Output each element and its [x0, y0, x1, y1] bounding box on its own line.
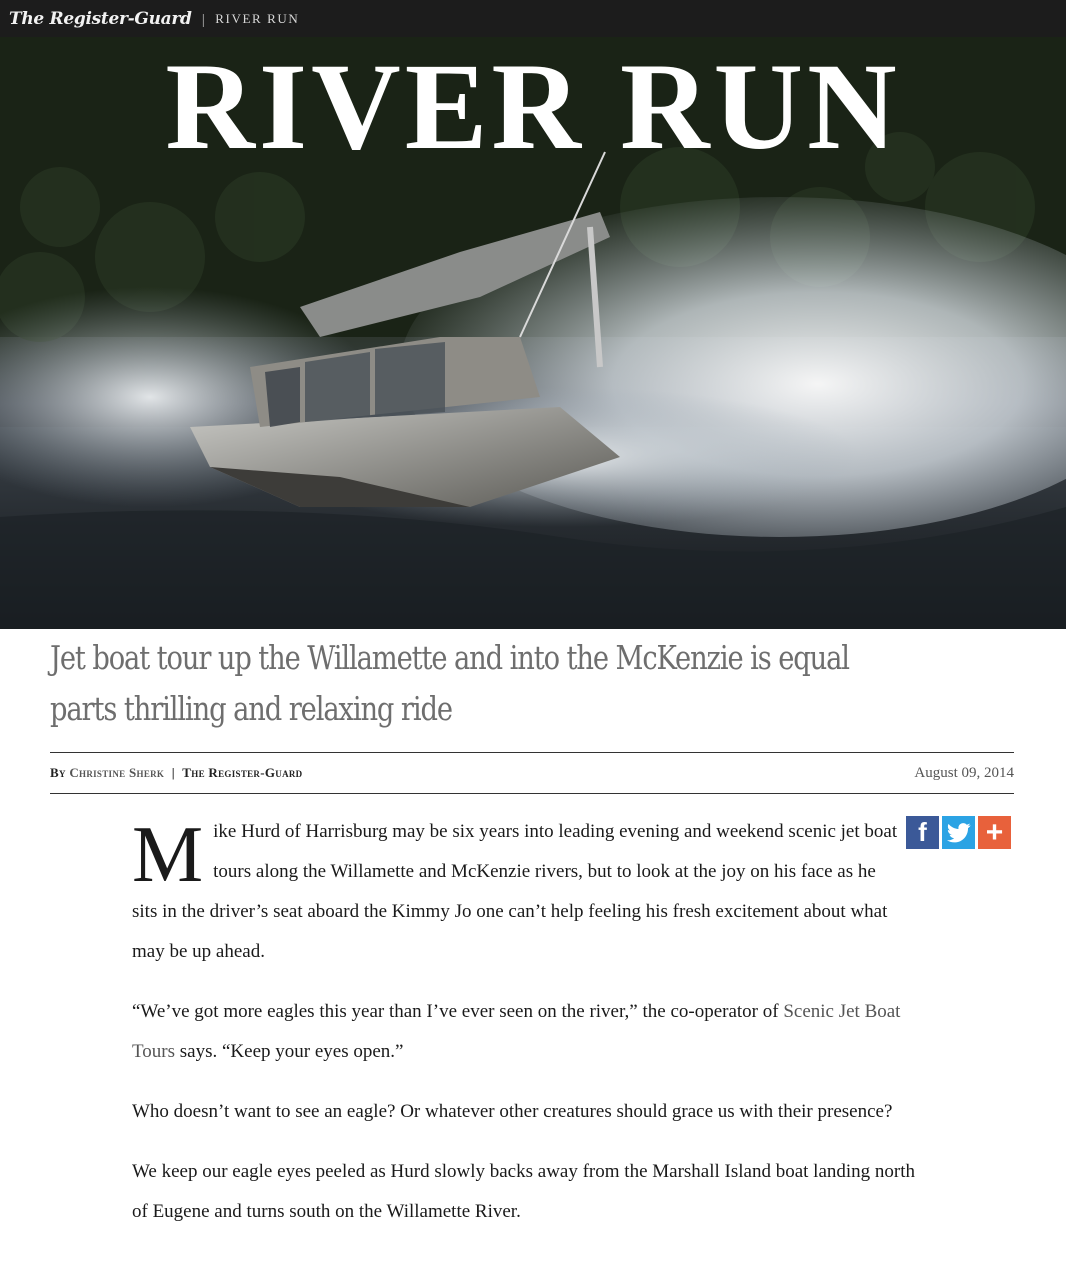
article-paragraph-1: M ike Hurd of Harrisburg may be six year…: [132, 812, 902, 972]
article-body: M ike Hurd of Harrisburg may be six year…: [132, 812, 932, 1252]
topbar-separator: |: [201, 10, 206, 27]
drop-cap: M: [132, 811, 204, 899]
byline-divider: |: [171, 765, 175, 780]
article-paragraph-4: We keep our eagle eyes peeled as Hurd sl…: [132, 1161, 916, 1222]
top-nav-bar: The Register-Guard | RIVER RUN: [0, 0, 1066, 37]
byline-publication: The Register-Guard: [182, 765, 303, 780]
byline-prefix: By: [50, 765, 66, 780]
hero-image: RIVER RUN: [0, 37, 1066, 629]
twitter-icon[interactable]: [942, 816, 975, 849]
publish-date: August 09, 2014: [914, 764, 1014, 781]
article-paragraph-3: Who doesn’t want to see an eagle? Or wha…: [132, 1101, 893, 1122]
plus-glyph: +: [985, 815, 1004, 849]
paragraph-1-text: ike Hurd of Harrisburg may be six years …: [132, 821, 898, 962]
twitter-bird-glyph: [946, 822, 970, 842]
paragraph-2-text-before: “We’ve got more eagles this year than I’…: [132, 1001, 784, 1022]
article-paragraph-2: “We’ve got more eagles this year than I’…: [132, 992, 932, 1072]
byline-bar: By Christine Sherk | The Register-Guard …: [50, 752, 1014, 794]
byline: By Christine Sherk | The Register-Guard: [50, 765, 302, 781]
paragraph-2-text-after: says. “Keep your eyes open.”: [175, 1041, 404, 1062]
byline-author: Christine Sherk: [69, 765, 165, 780]
section-link-river-run[interactable]: RIVER RUN: [215, 11, 299, 27]
plus-icon[interactable]: +: [978, 816, 1011, 849]
article-headline: Jet boat tour up the Willamette and into…: [50, 638, 850, 728]
hero-title: RIVER RUN: [165, 38, 901, 175]
site-logo-link[interactable]: The Register-Guard: [9, 9, 192, 29]
